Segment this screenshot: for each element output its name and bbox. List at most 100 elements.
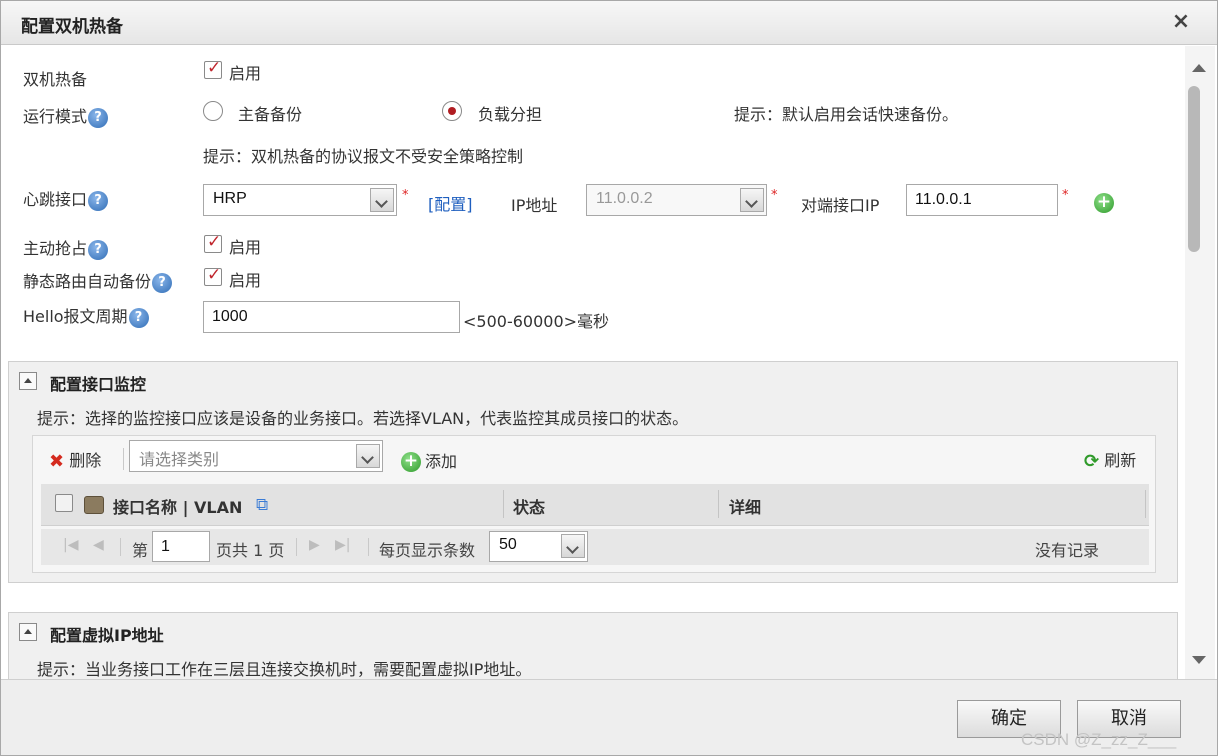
column-interface-name[interactable]: 接口名称 | VLAN: [113, 494, 242, 518]
scroll-thumb[interactable]: [1188, 86, 1200, 252]
hrp-config-dialog: 配置双机热备 × 双机热备 ✓ 启用 运行模式? 主备备份 负载分担 提示：默认…: [0, 0, 1218, 756]
scroll-up-icon[interactable]: [1192, 64, 1206, 72]
per-page-label: 每页显示条数: [379, 541, 476, 560]
scroll-down-icon[interactable]: [1192, 656, 1206, 664]
first-page-icon[interactable]: |◀: [63, 537, 78, 553]
mode-load-sharing-radio[interactable]: [442, 101, 462, 121]
dialog-title: 配置双机热备: [21, 17, 123, 37]
grid-header: 接口名称 | VLAN ⧉ 状态 详细: [41, 484, 1149, 526]
ip-label: IP地址: [511, 196, 558, 215]
virtual-ip-title: 配置虚拟IP地址: [50, 626, 164, 645]
close-icon[interactable]: ×: [1169, 9, 1193, 35]
heartbeat-config-link[interactable]: [配置]: [428, 191, 473, 215]
hrp-enable-checkbox[interactable]: ✓: [204, 58, 222, 79]
help-icon[interactable]: ?: [128, 307, 149, 328]
pager-divider: [296, 538, 297, 556]
mode-active-standby-label: 主备备份: [238, 105, 303, 124]
column-status[interactable]: 状态: [513, 494, 545, 518]
per-page-select[interactable]: 50: [489, 531, 588, 562]
ip-select[interactable]: 11.0.0.2: [586, 184, 767, 216]
static-route-text: 静态路由自动备份: [23, 272, 152, 291]
required-mark: *: [771, 188, 778, 203]
preempt-enable-checkbox[interactable]: ✓: [204, 232, 222, 253]
pager-divider: [120, 538, 121, 556]
mode-hint: 提示：默认启用会话快速备份。: [734, 105, 959, 124]
help-icon[interactable]: ?: [88, 107, 109, 128]
refresh-label: 刷新: [1104, 451, 1137, 470]
no-records-text: 没有记录: [1035, 541, 1100, 560]
checkmark-icon: ✓: [207, 232, 222, 252]
peer-ip-input[interactable]: [906, 184, 1058, 216]
virtual-ip-hint: 提示：当业务接口工作在三层且连接交换机时，需要配置虚拟IP地址。: [37, 660, 532, 679]
last-page-icon[interactable]: ▶|: [335, 537, 350, 553]
static-route-enable-label: 启用: [229, 271, 262, 290]
mode-load-sharing-label: 负载分担: [478, 105, 543, 124]
column-details[interactable]: 详细: [729, 494, 761, 518]
grid-pager: |◀ ◀ 第 页共 1 页 ▶ ▶| 每页显示条数 50 没有记录: [41, 529, 1149, 565]
virtual-ip-section: 配置虚拟IP地址 提示：当业务接口工作在三层且连接交换机时，需要配置虚拟IP地址…: [8, 612, 1178, 679]
watermark: CSDN @Z_zz_Z___: [1021, 730, 1177, 749]
ip-value: 11.0.0.2: [596, 190, 653, 207]
peer-ip-label: 对端接口IP: [801, 196, 880, 215]
chevron-down-icon[interactable]: [370, 188, 394, 212]
add-icon: +: [401, 452, 421, 472]
per-page-value: 50: [499, 536, 517, 553]
dialog-titlebar: 配置双机热备 ×: [1, 1, 1217, 45]
mode-active-standby-radio[interactable]: [203, 101, 223, 121]
static-route-label: 静态路由自动备份?: [23, 268, 173, 293]
hello-text: Hello报文周期: [23, 307, 128, 326]
hello-label: Hello报文周期?: [23, 303, 149, 328]
preempt-text: 主动抢占: [23, 239, 88, 258]
toolbar-divider: [123, 448, 124, 470]
heartbeat-label: 心跳接口?: [23, 186, 109, 211]
chevron-down-icon[interactable]: [561, 534, 585, 558]
chevron-down-icon[interactable]: [356, 444, 380, 468]
category-placeholder: 请选择类别: [139, 452, 220, 469]
add-button[interactable]: 添加: [425, 448, 457, 472]
hello-range: <500-60000>毫秒: [463, 312, 610, 331]
collapse-icon[interactable]: [19, 372, 37, 390]
vertical-scrollbar[interactable]: [1185, 46, 1215, 679]
help-icon[interactable]: ?: [88, 239, 109, 260]
help-icon[interactable]: ?: [88, 190, 109, 211]
next-page-icon[interactable]: ▶: [309, 537, 320, 553]
dialog-content[interactable]: 双机热备 ✓ 启用 运行模式? 主备备份 负载分担 提示：默认启用会话快速备份。…: [5, 46, 1185, 679]
refresh-button[interactable]: ⟳ 刷新: [1084, 447, 1136, 472]
help-icon[interactable]: ?: [152, 272, 173, 293]
page-number-input[interactable]: [152, 531, 210, 562]
select-all-checkbox[interactable]: [55, 494, 73, 512]
interface-monitor-hint: 提示：选择的监控接口应该是设备的业务接口。若选择VLAN，代表监控其成员接口的状…: [37, 409, 689, 428]
delete-icon: ✖: [49, 451, 65, 472]
run-mode-text: 运行模式: [23, 107, 88, 126]
hrp-enable-label: 启用: [229, 64, 262, 83]
chevron-down-icon[interactable]: [740, 188, 764, 212]
dialog-footer: 确定 取消 CSDN @Z_zz_Z___: [1, 679, 1217, 755]
required-mark: *: [402, 188, 409, 203]
interface-icon: [84, 496, 104, 514]
page-prefix: 第: [132, 541, 149, 560]
refresh-icon: ⟳: [1084, 451, 1100, 472]
add-icon[interactable]: +: [1094, 193, 1114, 213]
column-divider: [718, 490, 719, 518]
column-divider: [1145, 490, 1146, 518]
interface-monitor-grid: ✖ 删除 请选择类别 + 添加 ⟳ 刷新 接口名称 | VLAN ⧉ 状态 详细…: [32, 435, 1156, 573]
collapse-icon[interactable]: [19, 623, 37, 641]
hrp-label: 双机热备: [23, 70, 88, 89]
heartbeat-select[interactable]: HRP: [203, 184, 397, 216]
interface-monitor-title: 配置接口监控: [50, 375, 147, 394]
delete-label: 删除: [69, 451, 102, 470]
column-divider: [503, 490, 504, 518]
preempt-enable-label: 启用: [229, 238, 262, 257]
prev-page-icon[interactable]: ◀: [93, 537, 104, 553]
page-total: 页共 1 页: [216, 541, 285, 560]
policy-hint: 提示：双机热备的协议报文不受安全策略控制: [203, 147, 524, 166]
run-mode-label: 运行模式?: [23, 103, 109, 128]
required-mark: *: [1062, 188, 1069, 203]
preempt-label: 主动抢占?: [23, 235, 109, 260]
network-icon: ⧉: [256, 495, 269, 515]
hello-interval-input[interactable]: [203, 301, 460, 333]
delete-button[interactable]: ✖ 删除: [49, 447, 101, 472]
category-select[interactable]: 请选择类别: [129, 440, 383, 472]
checkmark-icon: ✓: [207, 58, 222, 78]
static-route-enable-checkbox[interactable]: ✓: [204, 265, 222, 286]
